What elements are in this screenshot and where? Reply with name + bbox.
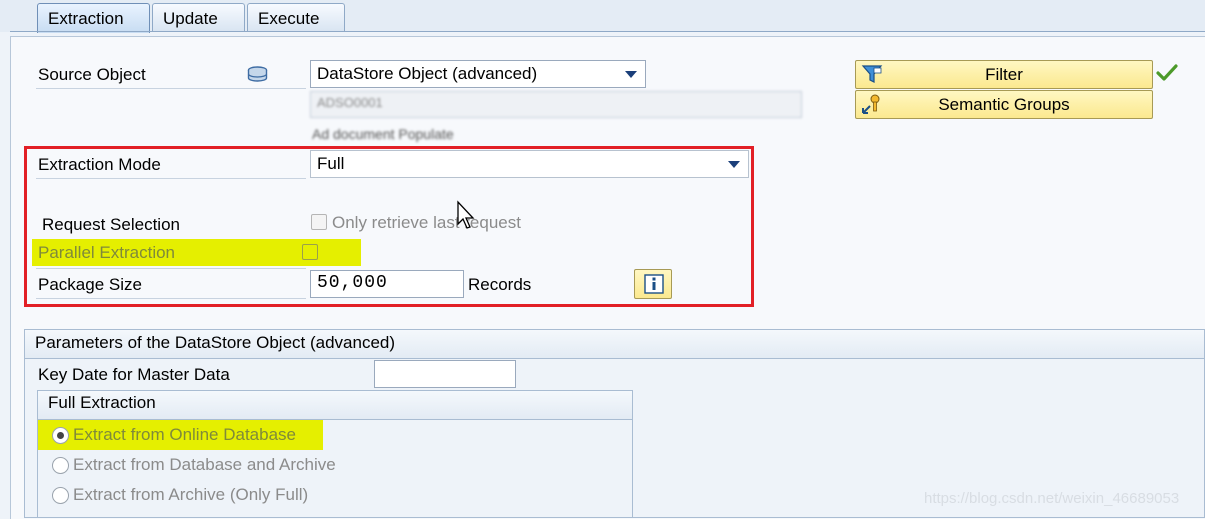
package-size-unit: Records xyxy=(468,275,532,294)
semantic-groups-button-label: Semantic Groups xyxy=(938,95,1070,114)
filter-button[interactable]: Filter xyxy=(855,60,1153,89)
radio-selected-dot xyxy=(57,432,64,439)
tab-divider xyxy=(10,31,1205,32)
semantic-groups-button[interactable]: Semantic Groups xyxy=(855,90,1153,119)
tab-update[interactable]: Update xyxy=(152,3,245,31)
key-date-input[interactable] xyxy=(374,360,516,388)
label-underline xyxy=(36,298,306,299)
chevron-down-icon[interactable] xyxy=(625,71,637,78)
request-selection-label: Request Selection xyxy=(42,215,180,234)
parallel-extraction-checkbox[interactable] xyxy=(302,244,318,260)
tab-execute-label: Execute xyxy=(258,9,320,28)
extraction-mode-select[interactable]: Full xyxy=(310,150,749,178)
filter-icon xyxy=(861,63,883,93)
full-extraction-title: Full Extraction xyxy=(48,393,156,412)
package-size-input[interactable]: 50,000 xyxy=(310,270,464,298)
source-object-type-select[interactable]: DataStore Object (advanced) xyxy=(310,60,646,88)
extraction-mode-label: Extraction Mode xyxy=(38,155,161,174)
option-online-database-label: Extract from Online Database xyxy=(73,425,296,444)
chevron-down-icon[interactable] xyxy=(728,161,740,168)
only-last-request-label: Only retrieve last request xyxy=(332,213,521,232)
extraction-mode-value: Full xyxy=(317,154,345,173)
option-database-and-archive-label: Extract from Database and Archive xyxy=(73,455,336,474)
semantic-groups-icon xyxy=(861,93,883,123)
label-underline xyxy=(36,268,306,269)
tab-update-label: Update xyxy=(163,9,218,28)
info-icon xyxy=(644,274,664,302)
source-object-type-value: DataStore Object (advanced) xyxy=(317,64,538,83)
package-size-label: Package Size xyxy=(38,275,142,294)
label-underline xyxy=(36,178,306,179)
label-underline xyxy=(36,88,306,89)
radio-archive-only[interactable] xyxy=(52,487,69,504)
watermark-text: https://blog.csdn.net/weixin_46689053 xyxy=(924,490,1180,507)
radio-online-database[interactable] xyxy=(52,427,69,444)
checkmark-icon xyxy=(1156,63,1178,88)
parameters-title: Parameters of the DataStore Object (adva… xyxy=(35,333,396,352)
tab-extraction[interactable]: Extraction xyxy=(37,3,150,33)
mouse-cursor-icon xyxy=(456,200,476,235)
source-object-name-value: ADSO0001 xyxy=(317,95,383,110)
source-object-name-field: ADSO0001 xyxy=(310,91,802,118)
source-object-description: Ad document Populate xyxy=(312,126,454,142)
parallel-extraction-label: Parallel Extraction xyxy=(38,243,176,262)
info-button[interactable] xyxy=(634,269,672,299)
package-size-value: 50,000 xyxy=(317,273,388,293)
source-object-label: Source Object xyxy=(38,65,146,84)
radio-database-and-archive[interactable] xyxy=(52,457,69,474)
filter-button-label: Filter xyxy=(985,65,1023,84)
tab-extraction-label: Extraction xyxy=(48,9,124,28)
key-date-label: Key Date for Master Data xyxy=(38,365,230,384)
tab-execute[interactable]: Execute xyxy=(247,3,345,31)
database-icon xyxy=(247,66,268,87)
only-last-request-checkbox[interactable] xyxy=(311,214,327,230)
option-archive-only-label: Extract from Archive (Only Full) xyxy=(73,485,309,504)
